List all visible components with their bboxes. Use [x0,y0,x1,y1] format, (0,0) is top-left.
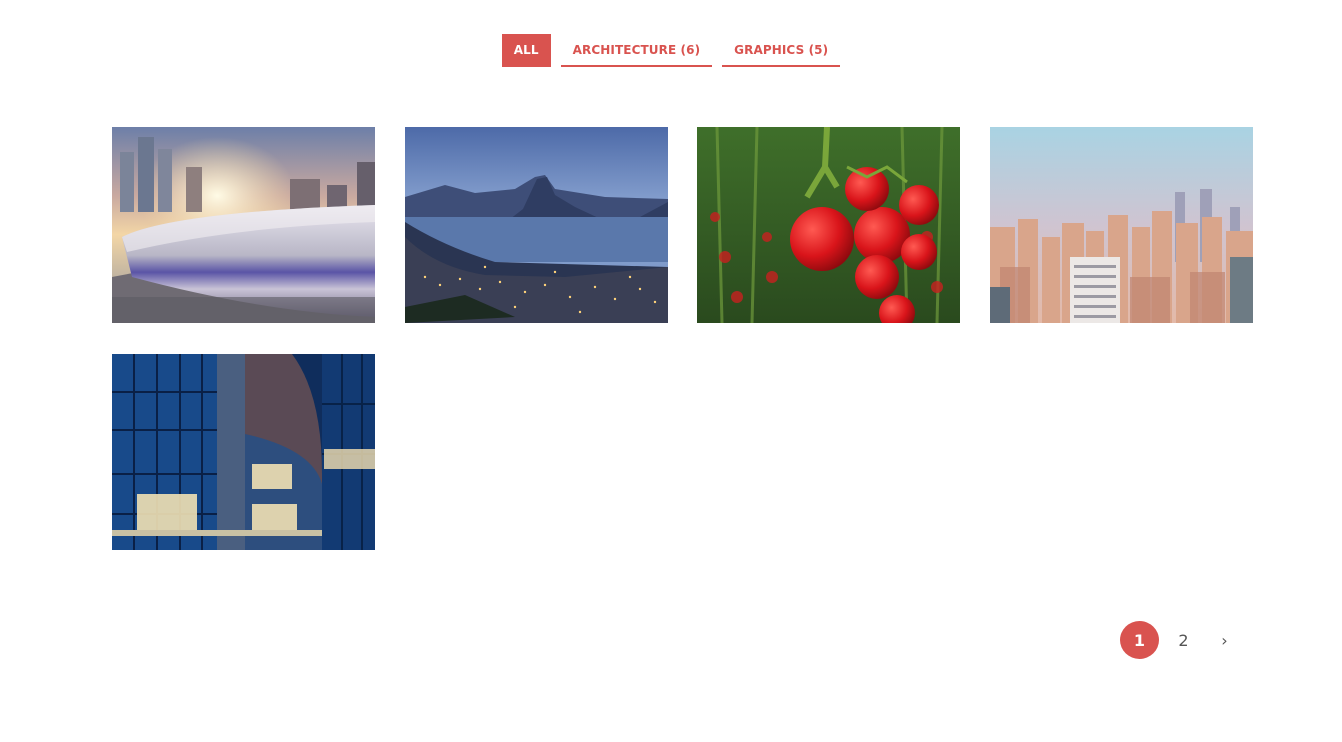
gallery-item-rio-photo[interactable] [405,127,668,323]
gallery-item-train-photo[interactable] [112,127,375,323]
filter-graphics-button[interactable]: GRAPHICS (5) [722,34,841,67]
train-city-sunset-image [112,127,375,323]
portfolio-filter-bar: ALL ARCHITECTURE (6) GRAPHICS (5) [0,34,1342,67]
city-skyline-image [990,127,1253,323]
filter-all-button[interactable]: ALL [501,34,551,67]
glass-building-image [112,354,375,550]
page-1-link[interactable]: 1 [1120,621,1159,659]
gallery-item-tomatoes-photo[interactable] [697,127,960,323]
next-page-chevron-icon[interactable]: › [1205,621,1244,659]
rio-bay-night-image [405,127,668,323]
pagination: 1 2 › [1120,621,1249,659]
tomatoes-vine-image [697,127,960,323]
gallery-item-office-building-photo[interactable] [112,354,375,550]
filter-architecture-button[interactable]: ARCHITECTURE (6) [560,34,713,67]
page-2-link[interactable]: 2 [1164,621,1203,659]
gallery-item-skyline-photo[interactable] [990,127,1253,323]
portfolio-page: ALL ARCHITECTURE (6) GRAPHICS (5) 1 2 › [0,0,1342,742]
